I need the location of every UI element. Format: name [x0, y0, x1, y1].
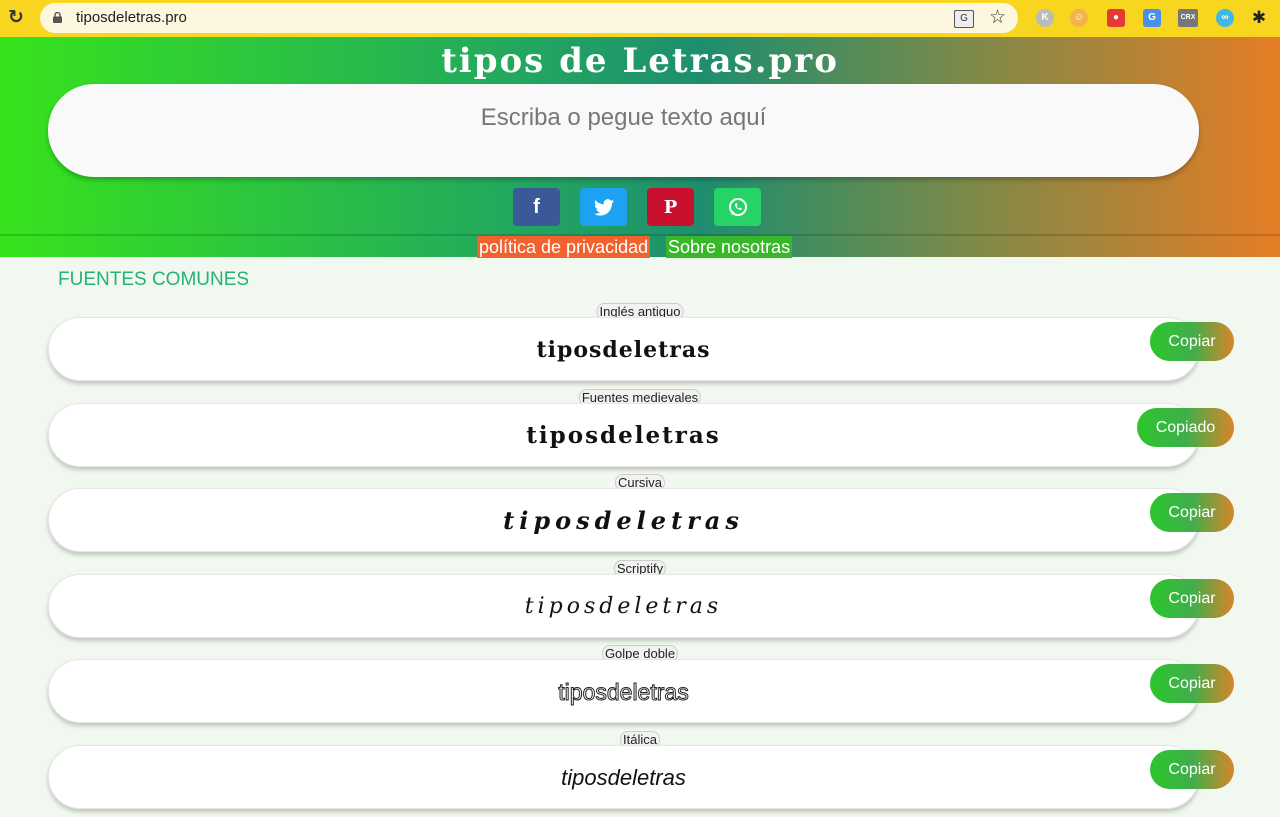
copied-button[interactable]: Copiado [1137, 408, 1234, 447]
copy-button[interactable]: Copiar [1150, 579, 1234, 618]
font-preview-text[interactable]: tiposdeletras [48, 321, 1199, 379]
address-bar[interactable]: tiposdeletras.pro G ☆ [40, 3, 1018, 33]
translate-icon[interactable]: G [954, 10, 974, 28]
font-row-cursive: Cursiva tiposdeletras Copiar [0, 474, 1280, 560]
font-preview-text[interactable]: tiposdeletras [48, 492, 1199, 550]
copy-button[interactable]: Copiar [1150, 750, 1234, 789]
browser-toolbar: ↻ tiposdeletras.pro G ☆ K ☺ ● G CRX ∞ ✱ [0, 0, 1280, 37]
facebook-icon: f [533, 195, 540, 218]
font-row-scriptify: Scriptify tiposdeletras Copiar [0, 560, 1280, 646]
section-title: FUENTES COMUNES [58, 269, 250, 290]
extensions-puzzle-icon[interactable]: ✱ [1250, 9, 1268, 27]
reload-icon[interactable]: ↻ [6, 8, 26, 28]
font-preview-text[interactable]: tiposdeletras [48, 749, 1199, 807]
font-preview-text[interactable]: tiposdeletras [48, 578, 1199, 636]
copy-button[interactable]: Copiar [1150, 493, 1234, 532]
extension-face-icon[interactable]: ☺ [1070, 9, 1088, 27]
facebook-share-button[interactable]: f [513, 188, 560, 226]
twitter-share-button[interactable] [580, 188, 627, 226]
whatsapp-share-button[interactable] [714, 188, 761, 226]
twitter-icon [593, 198, 614, 216]
font-row-italic: Itálica tiposdeletras Copiar [0, 731, 1280, 817]
lock-icon [53, 12, 62, 23]
bookmark-star-icon[interactable]: ☆ [989, 6, 1006, 29]
text-input[interactable] [48, 84, 1199, 177]
font-preview-text[interactable]: tiposdeletras [48, 663, 1199, 721]
pinterest-share-button[interactable]: P [647, 188, 694, 226]
extension-crx-icon[interactable]: CRX [1178, 9, 1198, 27]
privacy-policy-link[interactable]: política de privacidad [477, 236, 651, 258]
extension-translate-icon[interactable]: G [1143, 9, 1161, 27]
copy-button[interactable]: Copiar [1150, 664, 1234, 703]
site-header: tipos de Letras.pro f P política de priv… [0, 37, 1280, 258]
font-row-old-english: Inglés antiguo tiposdeletras Copiar [0, 303, 1280, 389]
pinterest-icon: P [663, 196, 678, 218]
font-row-double-stroke: Golpe doble tiposdeletras Copiar [0, 645, 1280, 731]
copy-button[interactable]: Copiar [1150, 322, 1234, 361]
font-row-medieval: Fuentes medievales tiposdeletras Copiado [0, 389, 1280, 475]
site-title: tipos de Letras.pro [441, 41, 839, 81]
whatsapp-icon [728, 198, 747, 216]
font-preview-text[interactable]: tiposdeletras [48, 407, 1199, 465]
extension-camera-icon[interactable]: ● [1107, 9, 1125, 27]
extension-k-icon[interactable]: K [1036, 9, 1054, 27]
extension-link-icon[interactable]: ∞ [1216, 9, 1234, 27]
url-text: tiposdeletras.pro [76, 9, 187, 26]
about-us-link[interactable]: Sobre nosotras [666, 236, 793, 258]
